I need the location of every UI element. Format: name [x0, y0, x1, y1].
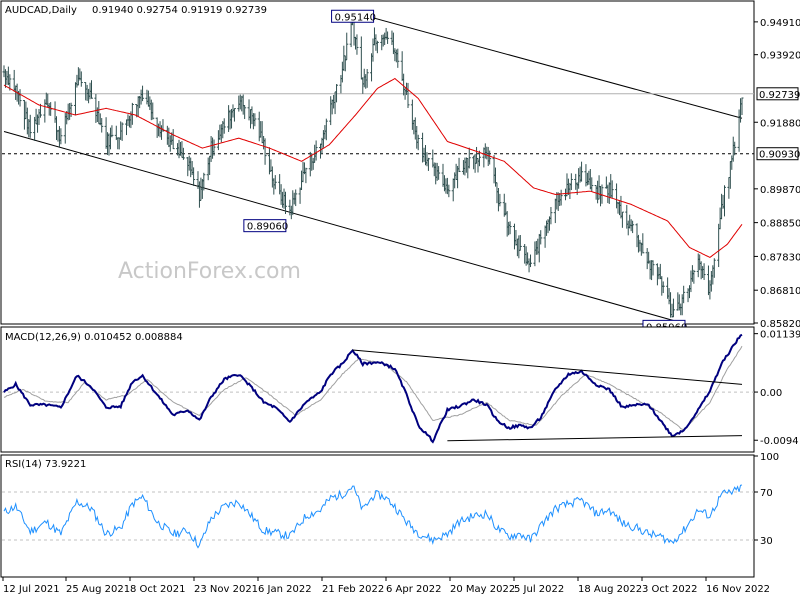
time-tick-label: 18 Aug 2022 — [578, 584, 642, 595]
macd-panel: MACD(12,26,9) 0.010452 0.008884 0.011397… — [0, 326, 800, 453]
price-tag: 0.90930 — [756, 147, 800, 161]
price-y-tick-label: 0.87830 — [760, 252, 800, 263]
time-tick-label: 25 Aug 2021 — [66, 584, 130, 595]
watermark: ActionForex.com — [118, 259, 301, 284]
price-annotation-label: 0.95140 — [335, 12, 376, 23]
price-annotation: 0.89060 — [243, 219, 288, 233]
rsi-y-tick-label: 70 — [760, 488, 773, 499]
macd-y-tick-label: -0.0094 — [760, 436, 799, 447]
time-tick-label: 5 Jul 2022 — [514, 584, 564, 595]
price-annotation-label: 0.89060 — [247, 222, 288, 233]
price-tag-label: 0.92739 — [759, 90, 800, 101]
time-tick-label: 8 Oct 2021 — [130, 584, 185, 595]
time-tick-label: 23 Nov 2021 — [194, 584, 258, 595]
price-y-tick-label: 0.91880 — [760, 118, 800, 129]
chart-canvas: AUDCAD,Daily 0.91940 0.92754 0.91919 0.9… — [0, 0, 800, 600]
time-tick-label: 6 Jan 2022 — [258, 584, 312, 595]
macd-panel-title: MACD(12,26,9) 0.010452 0.008884 — [5, 332, 183, 343]
time-tick-label: 12 Jul 2021 — [3, 584, 60, 595]
price-panel: AUDCAD,Daily 0.91940 0.92754 0.91919 0.9… — [0, 0, 800, 333]
price-y-tick-label: 0.88850 — [760, 219, 800, 230]
time-tick-label: 21 Feb 2022 — [322, 584, 384, 595]
rsi-panel: RSI(14) 73.9221 100 70 30 — [0, 452, 779, 578]
price-annotation: 0.95140 — [331, 9, 376, 23]
price-ohlc-header: 0.91940 0.92754 0.91919 0.92739 — [92, 5, 267, 16]
price-tag-label: 0.90930 — [759, 150, 800, 161]
price-y-tick-label: 0.94910 — [760, 18, 800, 29]
macd-y-tick-label: 0.00 — [760, 388, 782, 399]
rsi-y-tick-label: 30 — [760, 536, 773, 547]
price-tag: 0.92739 — [756, 87, 800, 101]
time-tick-label: 6 Apr 2022 — [386, 584, 441, 595]
macd-y-tick-label: 0.011397 — [760, 330, 800, 341]
rsi-y-tick-label: 100 — [760, 452, 779, 463]
price-y-tick-label: 0.89870 — [760, 185, 800, 196]
time-tick-label: 3 Oct 2022 — [642, 584, 697, 595]
price-y-tick-label: 0.93920 — [760, 51, 800, 62]
time-tick-label: 20 May 2022 — [450, 584, 515, 595]
price-y-tick-label: 0.86810 — [760, 286, 800, 297]
price-y-tick-label: 0.85820 — [760, 319, 800, 330]
rsi-panel-title: RSI(14) 73.9221 — [5, 459, 86, 470]
price-panel-title: AUDCAD,Daily — [5, 5, 77, 16]
time-tick-label: 16 Nov 2022 — [706, 584, 770, 595]
